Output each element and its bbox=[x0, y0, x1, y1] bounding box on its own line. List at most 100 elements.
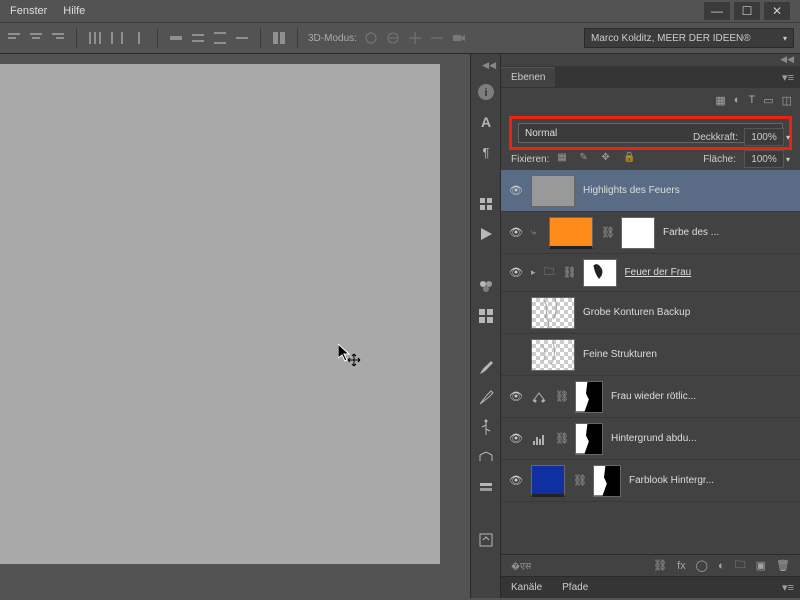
paragraph-icon[interactable]: ¶ bbox=[477, 143, 495, 161]
filter-type-icon[interactable]: T bbox=[748, 94, 755, 107]
new-adjustment-icon[interactable]: ◐ bbox=[718, 560, 725, 572]
layer-name[interactable]: Highlights des Feuers bbox=[583, 185, 792, 196]
distribute-h-icon[interactable] bbox=[234, 30, 250, 46]
filter-pixel-icon[interactable]: ▦ bbox=[715, 94, 725, 107]
distribute-h-icon[interactable] bbox=[212, 30, 228, 46]
layer-row[interactable]: Feine Strukturen bbox=[501, 334, 800, 376]
visibility-eye-icon[interactable]: 👁 bbox=[509, 390, 523, 404]
brush-settings-icon[interactable] bbox=[477, 389, 495, 407]
filter-smart-icon[interactable]: ◫ bbox=[782, 94, 792, 107]
distribute-h-icon[interactable] bbox=[190, 30, 206, 46]
distribute-icon[interactable] bbox=[131, 30, 147, 46]
lock-position-icon[interactable]: ✥ bbox=[601, 152, 615, 166]
actions-icon[interactable] bbox=[477, 195, 495, 213]
layer-row[interactable]: 👁 Highlights des Feuers bbox=[501, 170, 800, 212]
pan-icon[interactable] bbox=[407, 30, 423, 46]
layer-mask-thumbnail[interactable] bbox=[583, 259, 617, 287]
fill-value[interactable]: 100% bbox=[744, 150, 784, 168]
window-maximize-button[interactable]: ☐ bbox=[734, 2, 760, 20]
group-toggle-icon[interactable]: ▸ bbox=[531, 267, 536, 278]
link-icon[interactable]: ⛓ bbox=[555, 432, 567, 445]
distribute-icon[interactable] bbox=[109, 30, 125, 46]
layer-row[interactable]: 👁 ⛓ Hintergrund abdu... bbox=[501, 418, 800, 460]
add-mask-icon[interactable]: ◯ bbox=[696, 559, 708, 572]
menu-hilfe[interactable]: Hilfe bbox=[63, 5, 85, 17]
history-icon[interactable] bbox=[477, 531, 495, 549]
layer-mask-thumbnail[interactable] bbox=[621, 217, 655, 249]
auto-align-icon[interactable] bbox=[271, 30, 287, 46]
layer-mask-thumbnail[interactable] bbox=[575, 381, 603, 413]
layer-thumbnail[interactable] bbox=[549, 217, 593, 249]
link-icon[interactable]: ⛓ bbox=[601, 226, 613, 239]
layer-mask-thumbnail[interactable] bbox=[593, 465, 621, 497]
roll-icon[interactable] bbox=[385, 30, 401, 46]
usb-icon[interactable] bbox=[477, 419, 495, 437]
visibility-eye-icon[interactable]: 👁 bbox=[509, 226, 523, 240]
align-icon[interactable] bbox=[6, 30, 22, 46]
visibility-eye-icon[interactable] bbox=[509, 348, 523, 362]
window-close-button[interactable]: ✕ bbox=[764, 2, 790, 20]
visibility-eye-icon[interactable]: 👁 bbox=[509, 474, 523, 488]
opacity-value[interactable]: 100% bbox=[744, 128, 784, 146]
play-icon[interactable] bbox=[477, 225, 495, 243]
layer-row[interactable]: 👁 ⛓ Frau wieder rötlic... bbox=[501, 376, 800, 418]
info-icon[interactable]: i bbox=[477, 83, 495, 101]
lock-pixels-icon[interactable]: ✎ bbox=[579, 152, 593, 166]
camera-icon[interactable] bbox=[451, 30, 467, 46]
panel-menu-icon[interactable]: ▾≡ bbox=[782, 581, 794, 594]
layer-thumbnail[interactable] bbox=[531, 465, 565, 497]
canvas[interactable] bbox=[0, 64, 440, 564]
styles-icon[interactable] bbox=[477, 479, 495, 497]
layer-name[interactable]: Farblook Hintergr... bbox=[629, 475, 792, 486]
tab-pfade[interactable]: Pfade bbox=[552, 578, 598, 597]
distribute-icon[interactable] bbox=[87, 30, 103, 46]
scale-icon[interactable] bbox=[477, 449, 495, 467]
filter-shape-icon[interactable]: ▭ bbox=[763, 94, 773, 107]
layer-row[interactable]: 👁 ⤷ ⛓ Farbe des ... bbox=[501, 212, 800, 254]
menu-fenster[interactable]: Fenster bbox=[10, 5, 47, 17]
new-layer-icon[interactable]: ▣ bbox=[756, 559, 766, 572]
window-minimize-button[interactable]: — bbox=[704, 2, 730, 20]
new-group-icon[interactable]: 🗀 bbox=[735, 556, 746, 575]
swatches-icon[interactable] bbox=[477, 277, 495, 295]
distribute-h-icon[interactable] bbox=[168, 30, 184, 46]
visibility-eye-icon[interactable] bbox=[509, 306, 523, 320]
chevron-down-icon[interactable]: ▾ bbox=[786, 133, 790, 142]
visibility-eye-icon[interactable]: 👁 bbox=[509, 184, 523, 198]
layer-name[interactable]: Hintergrund abdu... bbox=[611, 433, 792, 444]
filter-adjust-icon[interactable]: ◐ bbox=[734, 94, 741, 107]
layer-row[interactable]: 👁 ▸ 🗀 ⛓ Feuer der Frau bbox=[501, 254, 800, 292]
lock-transparency-icon[interactable]: ▦ bbox=[557, 152, 571, 166]
layer-thumbnail[interactable] bbox=[531, 175, 575, 207]
layer-name[interactable]: Feine Strukturen bbox=[583, 349, 792, 360]
delete-layer-icon[interactable]: 🗑 bbox=[776, 559, 790, 572]
layer-name[interactable]: Feuer der Frau bbox=[625, 267, 792, 278]
panel-menu-icon[interactable]: ▾≡ bbox=[782, 71, 794, 84]
link-icon[interactable]: ⛓ bbox=[563, 266, 575, 279]
lock-all-icon[interactable]: 🔒 bbox=[623, 152, 637, 166]
link-layers-icon[interactable]: ⛓ bbox=[653, 559, 667, 572]
visibility-eye-icon[interactable]: 👁 bbox=[509, 266, 523, 280]
chevron-down-icon[interactable]: ▾ bbox=[786, 155, 790, 164]
visibility-eye-icon[interactable]: 👁 bbox=[509, 432, 523, 446]
layer-thumbnail[interactable] bbox=[531, 297, 575, 329]
layer-row[interactable]: 👁 ⛓ Farblook Hintergr... bbox=[501, 460, 800, 502]
layer-name[interactable]: Farbe des ... bbox=[663, 227, 792, 238]
link-icon[interactable]: ⛓ bbox=[555, 390, 567, 403]
layer-thumbnail[interactable] bbox=[531, 339, 575, 371]
layer-mask-thumbnail[interactable] bbox=[575, 423, 603, 455]
orbit-icon[interactable] bbox=[363, 30, 379, 46]
grid-icon[interactable] bbox=[477, 307, 495, 325]
slide-icon[interactable] bbox=[429, 30, 445, 46]
tab-kanaele[interactable]: Kanäle bbox=[501, 578, 552, 597]
layer-row[interactable]: Grobe Konturen Backup bbox=[501, 292, 800, 334]
link-icon[interactable]: ⛓ bbox=[573, 474, 585, 487]
align-icon[interactable] bbox=[28, 30, 44, 46]
align-icon[interactable] bbox=[50, 30, 66, 46]
tab-ebenen[interactable]: Ebenen bbox=[501, 67, 555, 87]
layer-name[interactable]: Frau wieder rötlic... bbox=[611, 391, 792, 402]
workspace-dropdown[interactable]: Marco Kolditz, MEER DER IDEEN® ▾ bbox=[584, 28, 794, 48]
character-icon[interactable]: A bbox=[477, 113, 495, 131]
brush-icon[interactable] bbox=[477, 359, 495, 377]
layer-style-icon[interactable]: fx bbox=[677, 560, 686, 572]
